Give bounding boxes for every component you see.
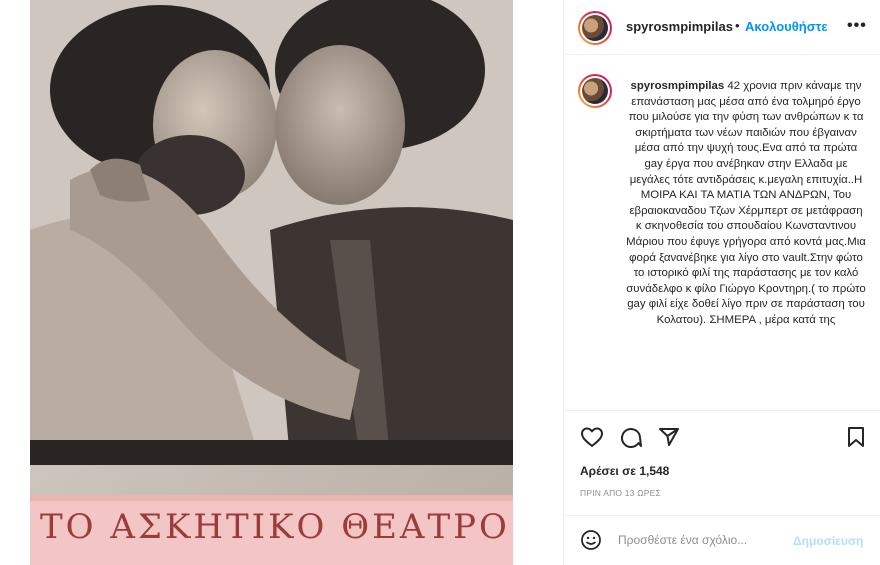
more-options-icon[interactable]: ••• xyxy=(847,17,867,35)
comment-input[interactable] xyxy=(618,533,788,547)
caption-text: 42 χρονια πριν κάναμε την επανάσταση μας… xyxy=(626,80,866,326)
caption: spyrosmpimpilas 42 χρονια πριν κάναμε τη… xyxy=(626,79,866,329)
comment-bar: Δημοσίευση xyxy=(564,515,880,565)
heart-icon[interactable] xyxy=(580,426,604,453)
bookmark-icon[interactable] xyxy=(847,426,865,453)
post-photo[interactable]: ΤΟ ΑΣΚΗΤΙΚΟ ΘΕΑΤΡΟ xyxy=(30,0,513,565)
share-icon[interactable] xyxy=(658,426,680,453)
post-header: spyrosmpimpilas • Ακολουθήστε ••• xyxy=(564,0,880,55)
username[interactable]: spyrosmpimpilas xyxy=(626,19,733,34)
likes-count[interactable]: Αρέσει σε 1,548 xyxy=(580,464,669,478)
follow-button[interactable]: Ακολουθήστε xyxy=(745,19,828,34)
photo-illustration xyxy=(30,0,513,565)
caption-area[interactable]: spyrosmpimpilas 42 χρονια πριν κάναμε τη… xyxy=(564,56,880,411)
banner-text: ΤΟ ΑΣΚΗΤΙΚΟ ΘΕΑΤΡΟ xyxy=(40,507,510,547)
action-bar xyxy=(564,420,880,452)
post-sidebar: spyrosmpimpilas • Ακολουθήστε ••• spyros… xyxy=(563,0,880,565)
comment-icon[interactable] xyxy=(619,426,643,453)
emoji-icon[interactable] xyxy=(580,529,602,556)
caption-username[interactable]: spyrosmpimpilas xyxy=(631,80,725,92)
separator-dot: • xyxy=(735,18,740,33)
avatar[interactable] xyxy=(578,11,612,45)
post-comment-button[interactable]: Δημοσίευση xyxy=(793,534,863,548)
post-timestamp[interactable]: ΠΡΙΝ ΑΠΟ 13 ΩΡΕΣ xyxy=(580,488,661,498)
caption-avatar[interactable] xyxy=(578,74,612,108)
